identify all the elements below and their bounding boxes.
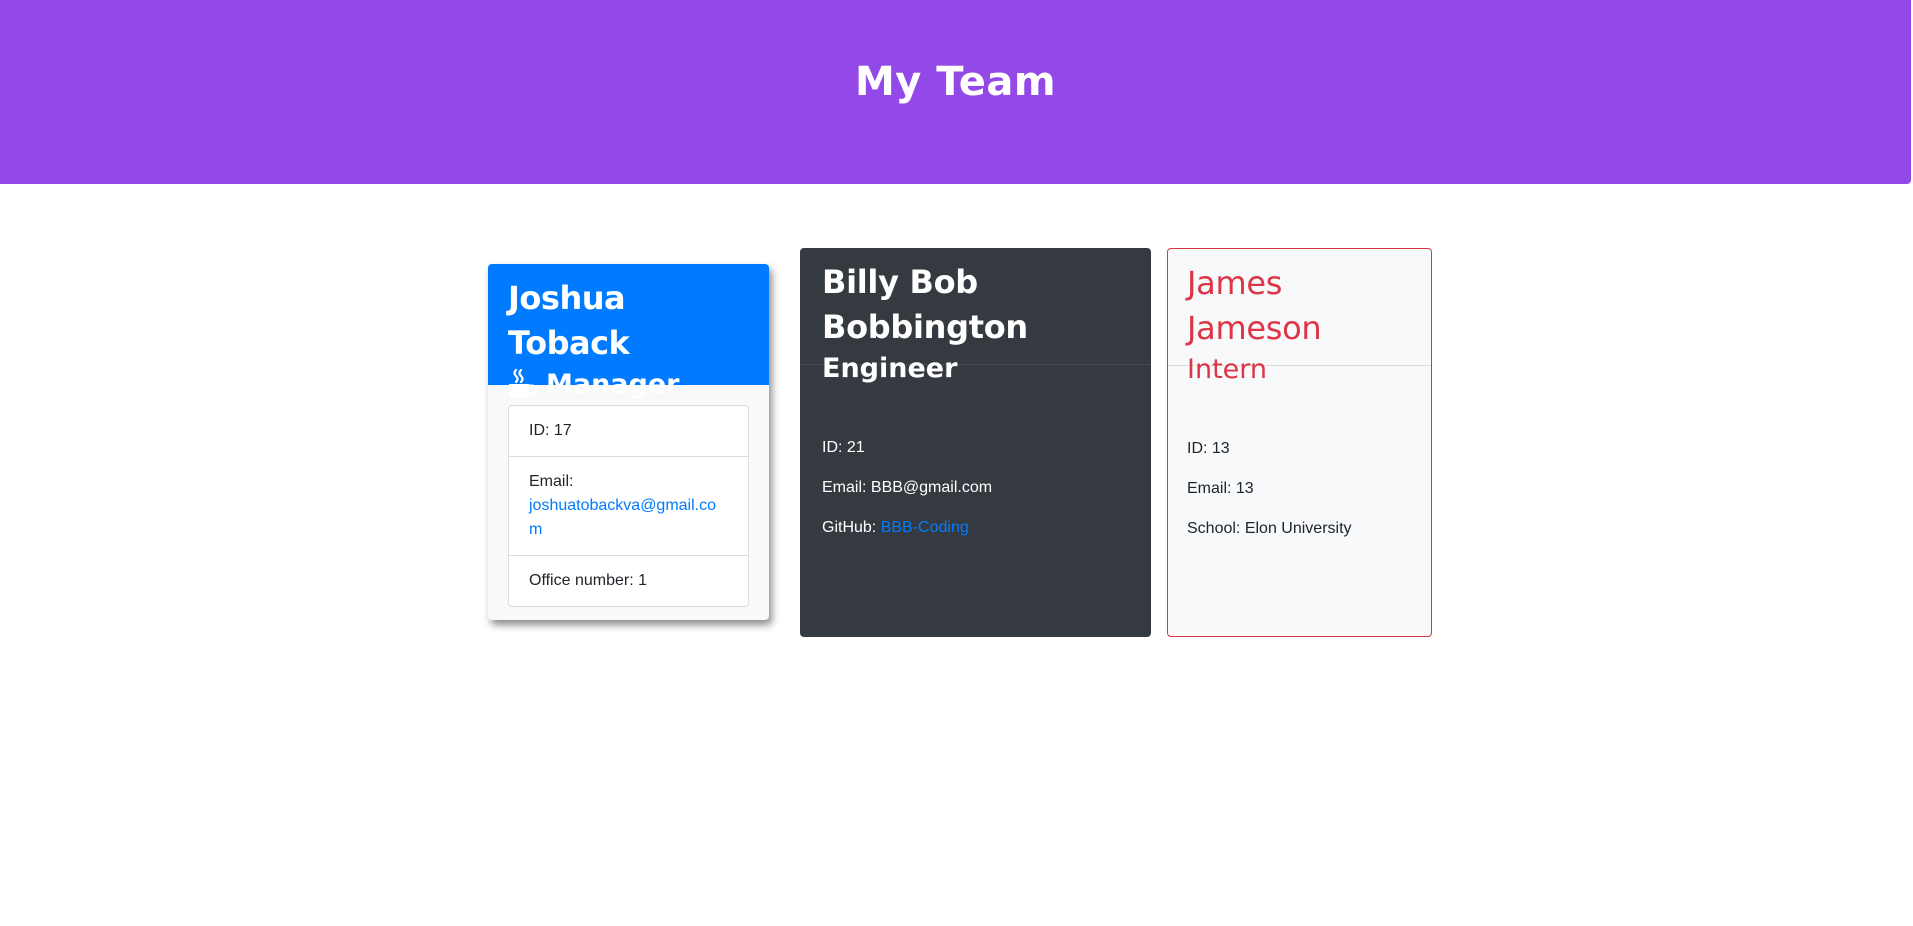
manager-info-list: ID: 17 Email: joshuatobackva@gmail.com O… — [508, 405, 749, 607]
manager-card: Joshua Toback Manager ID: 17 Email: josh… — [488, 264, 769, 620]
manager-id: ID: 17 — [509, 406, 748, 457]
page-header: My Team — [0, 0, 1911, 184]
manager-role-label: Manager — [546, 368, 680, 400]
engineer-card: Billy Bob Bobbington Engineer ID: 21 Ema… — [800, 248, 1151, 637]
intern-name: James Jameson — [1187, 264, 1322, 347]
coffee-icon — [508, 368, 538, 400]
manager-office: Office number: 1 — [529, 572, 647, 589]
manager-email-link[interactable]: joshuatobackva@gmail.com — [529, 497, 716, 538]
manager-email-item: Email: joshuatobackva@gmail.com — [509, 457, 748, 556]
engineer-id: ID: 21 — [822, 439, 865, 456]
engineer-github-link[interactable]: BBB-Coding — [881, 519, 969, 536]
page-title: My Team — [854, 59, 1057, 105]
intern-id: ID: 13 — [1187, 440, 1230, 457]
engineer-card-body: ID: 21 Email: BBB@gmail.com GitHub: BBB-… — [800, 365, 1151, 540]
engineer-email: Email: BBB@gmail.com — [822, 479, 993, 496]
intern-school: School: Elon University — [1187, 520, 1352, 537]
engineer-name: Billy Bob Bobbington — [822, 263, 1028, 346]
manager-name: Joshua Toback — [508, 279, 630, 362]
intern-card-body: ID: 13 Email: 13 School: Elon University — [1168, 366, 1431, 541]
manager-card-body: ID: 17 Email: joshuatobackva@gmail.com O… — [488, 385, 769, 620]
manager-card-header: Joshua Toback Manager — [488, 264, 769, 400]
intern-card: James Jameson Intern ID: 13 Email: 13 Sc… — [1167, 248, 1432, 637]
engineer-github-label: GitHub: — [822, 519, 877, 536]
intern-email: Email: 13 — [1187, 480, 1254, 497]
intern-card-header: James Jameson Intern — [1168, 249, 1431, 385]
engineer-github-item: GitHub: BBB-Coding — [822, 516, 1129, 540]
engineer-card-header: Billy Bob Bobbington Engineer — [800, 248, 1151, 384]
manager-email-label: Email: — [529, 473, 574, 490]
